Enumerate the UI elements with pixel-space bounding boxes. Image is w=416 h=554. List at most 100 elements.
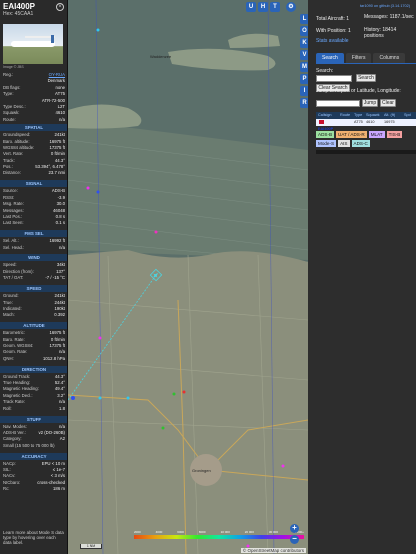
with-position: With Position: 1 xyxy=(316,28,351,34)
detail-label: Reg.: xyxy=(3,72,14,77)
section-header[interactable]: SPATIAL xyxy=(0,124,67,132)
detail-label: Rc: xyxy=(3,486,10,492)
search-input[interactable] xyxy=(316,75,352,82)
col-type[interactable]: Type xyxy=(352,112,364,119)
aircraft-list-panel: tar1090 on github (3.14.1702) Total Airc… xyxy=(308,0,416,554)
version-link[interactable]: tar1090 on github (3.14.1702) xyxy=(360,4,410,8)
source-chip[interactable]: Mode-S xyxy=(316,140,337,147)
legend-tick: 2000 xyxy=(134,530,141,534)
section-header[interactable]: ALTITUDE xyxy=(0,322,67,330)
stats-link[interactable]: Stats available xyxy=(316,38,349,44)
detail-label: Last Seen: xyxy=(3,220,24,226)
history-count: History: 18414 positions xyxy=(364,27,397,39)
section-header[interactable]: DIRECTION xyxy=(0,365,67,373)
map-graphics xyxy=(68,0,308,554)
close-icon[interactable]: × xyxy=(56,3,64,11)
detail-label: Sel. Head.: xyxy=(3,244,25,250)
detail-value: 0.392 xyxy=(54,312,65,318)
aircraft-info-panel: EAI400P Hex: 45CAA1 × Image © JBS Reg.: O… xyxy=(0,0,68,554)
tab-columns[interactable]: Columns xyxy=(373,53,406,63)
aircraft-details: Reg.: OY-RUA Denmark DB flags: none Type: AT75… xyxy=(0,72,67,496)
map-label-wadden: Waddenzee xyxy=(150,54,172,59)
detail-value: 23.7 nmi xyxy=(48,170,65,176)
cell-callsign[interactable]: EAI400P xyxy=(316,119,338,131)
aircraft-photo[interactable] xyxy=(3,24,63,64)
aircraft-callsign: EAI400P xyxy=(3,2,36,11)
jump-label: Jump to Airport or Latitude, Longitude: xyxy=(316,88,401,94)
tab-filters[interactable]: Filters xyxy=(345,53,372,63)
table-row[interactable]: EAI400P AT75 4610 16975 xyxy=(316,119,416,131)
section-header[interactable]: FMS SEL xyxy=(0,230,67,238)
col-squawk[interactable]: Squawk xyxy=(364,112,382,119)
info-footnote: Learn more about Mode S data type by hov… xyxy=(3,530,64,546)
tab-search[interactable]: Search xyxy=(316,53,344,63)
detail-label: Route: xyxy=(3,116,16,122)
detail-value: -7 / -15 °C xyxy=(45,275,65,281)
detail-label: Small (15 500 to 75 000 lb) xyxy=(3,442,55,448)
col-spd[interactable]: Spd xyxy=(402,112,416,119)
detail-row: Route: n/a xyxy=(0,116,67,123)
zoom-in-button[interactable]: + xyxy=(290,524,299,533)
jump-button[interactable]: Jump xyxy=(362,99,378,107)
cell-type: AT75 xyxy=(354,120,363,124)
source-chip[interactable]: ADS-C xyxy=(351,140,370,147)
section-header[interactable]: SPEED xyxy=(0,285,67,293)
scale-bar: 1 NM xyxy=(80,544,102,549)
source-chip[interactable]: UAT / ADS-R xyxy=(336,131,367,138)
detail-value: 1012.8 hPa xyxy=(43,355,65,361)
col-route[interactable]: Route xyxy=(338,112,352,119)
section-header[interactable]: STUFF xyxy=(0,415,67,423)
section-header[interactable]: SIGNAL xyxy=(0,180,67,188)
source-chip[interactable]: MLAT xyxy=(368,131,385,138)
map-label-groningen: Groningen xyxy=(192,468,211,473)
aircraft-hex: Hex: 45CAA1 xyxy=(3,11,34,17)
detail-label: Roll: xyxy=(3,405,12,411)
aircraft-fuselage xyxy=(11,41,55,47)
gear-icon[interactable]: ⚙ xyxy=(286,2,296,12)
map-button-u[interactable]: U xyxy=(246,2,256,12)
detail-label: Type: xyxy=(3,91,14,97)
detail-label: TAT / OAT: xyxy=(3,275,24,281)
detail-label: QNH: xyxy=(3,355,14,361)
source-chip[interactable]: AIS xyxy=(338,140,350,147)
source-chip[interactable]: TIS-B xyxy=(386,131,403,138)
legend-tick: 10 000 xyxy=(220,530,230,534)
col-callsign[interactable]: Callsign xyxy=(316,112,338,119)
clear-button[interactable]: Clear xyxy=(380,99,396,107)
col-alt[interactable]: Alt. (ft) xyxy=(382,112,402,119)
jump-input[interactable] xyxy=(316,100,360,107)
aircraft-tail xyxy=(51,35,54,43)
detail-value: 0.1 s xyxy=(55,220,65,226)
map-attribution[interactable]: © OpenStreetMap contributors xyxy=(240,548,306,553)
map-button-t[interactable]: T xyxy=(270,2,280,12)
cell-squawk: 4610 xyxy=(366,120,375,124)
legend-tick: 20 000 xyxy=(244,530,254,534)
detail-value: n/a xyxy=(59,116,65,122)
detail-value: 186 m xyxy=(53,486,65,492)
table-footer xyxy=(316,150,416,154)
detail-label: Mach: xyxy=(3,312,15,318)
total-aircraft: Total Aircraft: 1 xyxy=(316,16,350,22)
legend-tick: 4000 xyxy=(155,530,163,534)
altitude-legend xyxy=(134,535,304,539)
map-button-h[interactable]: H xyxy=(258,2,268,12)
panel-tabs: Search Filters Columns xyxy=(316,53,406,63)
section-header[interactable]: ACCURACY xyxy=(0,452,67,460)
section-header[interactable]: WIND xyxy=(0,254,67,262)
source-legend: ADS-B UAT / ADS-R MLAT TIS-B Mode-S AIS ADS-C xyxy=(316,131,416,147)
map-canvas[interactable]: Waddenzee Groningen U H T ⚙ 2000 4000 60… xyxy=(68,0,308,554)
legend-tick: 8000 xyxy=(198,530,206,534)
photo-credit: Image © JBS xyxy=(3,65,24,69)
source-chip[interactable]: ADS-B xyxy=(316,131,335,138)
zoom-out-button[interactable]: − xyxy=(290,535,299,544)
altitude-legend-ticks: 2000 4000 6000 8000 10 000 20 000 30 000… xyxy=(134,530,304,534)
messages-rate: Messages: 1187.1/sec xyxy=(364,14,414,20)
detail-value: A2 xyxy=(59,436,65,442)
search-button[interactable]: Search xyxy=(356,74,376,82)
